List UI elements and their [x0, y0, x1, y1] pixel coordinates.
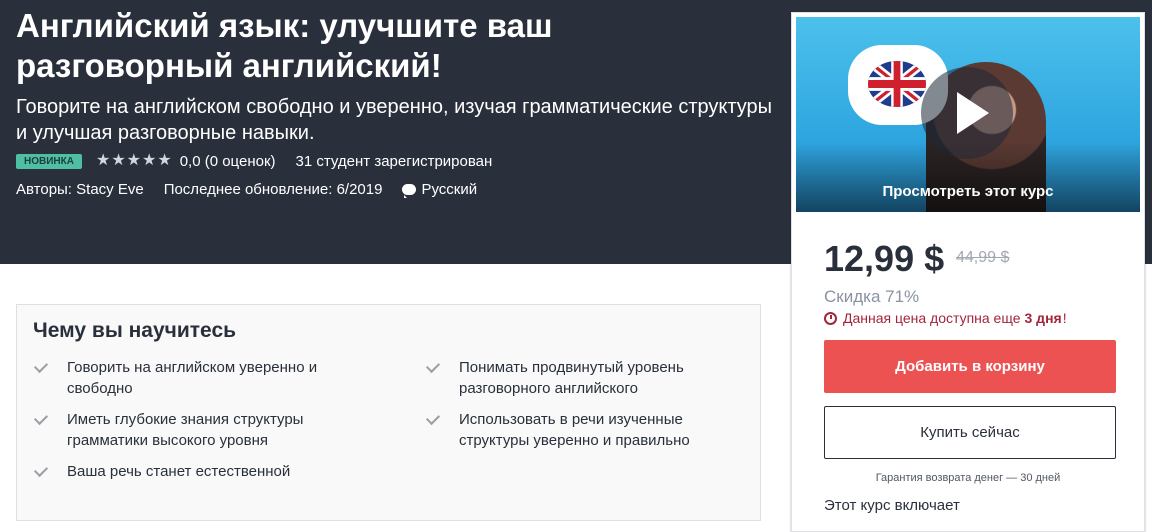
preview-label[interactable]: Просмотреть этот курс: [796, 183, 1140, 200]
star-icon: ★: [95, 152, 111, 169]
last-updated: Последнее обновление: 6/2019: [163, 180, 383, 198]
course-subtitle: Говорите на английском свободно и уверен…: [16, 96, 773, 144]
course-preview[interactable]: Просмотреть этот курс: [796, 17, 1140, 212]
price-timer: Данная цена доступна еще 3 дня !: [824, 310, 1067, 326]
star-icon: ★: [157, 152, 172, 169]
check-icon: [33, 462, 49, 478]
star-icon: ★: [142, 152, 157, 169]
authors[interactable]: Авторы: Stacy Eve: [16, 181, 144, 198]
check-icon: [425, 410, 441, 426]
check-icon: [425, 358, 441, 374]
learn-item-text: Понимать продвинутый уровень разговорног…: [459, 359, 684, 397]
learn-item: Говорить на английском уверенно и свобод…: [33, 357, 353, 399]
course-meta: Авторы: Stacy Eve Последнее обновление: …: [16, 178, 477, 200]
learn-title: Чему вы научитесь: [33, 319, 237, 342]
course-includes-heading: Этот курс включает: [824, 497, 960, 514]
learn-item: Понимать продвинутый уровень разговорног…: [425, 357, 745, 399]
course-language: Русский: [402, 181, 477, 198]
check-icon: [33, 410, 49, 426]
uk-flag-icon: [868, 61, 926, 107]
rating-text[interactable]: 0,0 (0 оценок): [180, 153, 276, 170]
rating-stars: ★ ★ ★ ★ ★: [96, 153, 172, 169]
language-label: Русский: [421, 180, 478, 198]
learn-item-text: Иметь глубокие знания структуры граммати…: [67, 411, 304, 449]
timer-days: 3 дня: [1024, 310, 1062, 326]
students-count: 31 студент зарегистрирован: [295, 152, 493, 170]
star-icon: ★: [126, 152, 141, 169]
learn-item-text: Говорить на английском уверенно и свобод…: [67, 359, 318, 397]
learn-item-text: Ваша речь станет естественной: [67, 463, 291, 480]
play-icon[interactable]: [921, 67, 1013, 159]
learn-item: Иметь глубокие знания структуры граммати…: [33, 409, 353, 451]
learn-item: Ваша речь станет естественной: [33, 461, 353, 482]
course-title: Английский язык: улучшите ваш разговорны…: [16, 7, 553, 84]
discount-label: Скидка 71%: [824, 287, 920, 306]
star-icon: ★: [111, 152, 126, 169]
course-stats: НОВИНКА ★ ★ ★ ★ ★ 0,0 (0 оценок) 31 студ…: [16, 150, 492, 172]
alarm-clock-icon: [824, 311, 837, 325]
timer-prefix: Данная цена доступна еще: [843, 310, 1021, 326]
learn-item-text: Использовать в речи изученные структуры …: [459, 411, 690, 449]
learn-item: Использовать в речи изученные структуры …: [425, 409, 745, 451]
what-you-learn: Чему вы научитесь Говорить на английском…: [16, 304, 761, 521]
money-back-guarantee: Гарантия возврата денег — 30 дней: [875, 472, 1061, 484]
current-price: 12,99 $: [824, 238, 945, 279]
check-icon: [33, 358, 49, 374]
buy-now-button[interactable]: Купить сейчас: [824, 406, 1116, 459]
purchase-sidebar: Просмотреть этот курс 12,99 $ 44,99 $ Ск…: [791, 12, 1145, 532]
speech-bubble-icon: [402, 183, 417, 198]
new-badge: НОВИНКА: [16, 153, 82, 169]
add-to-cart-button[interactable]: Добавить в корзину: [824, 340, 1116, 393]
timer-suffix: !: [1062, 310, 1067, 326]
original-price: 44,99 $: [956, 249, 1010, 266]
